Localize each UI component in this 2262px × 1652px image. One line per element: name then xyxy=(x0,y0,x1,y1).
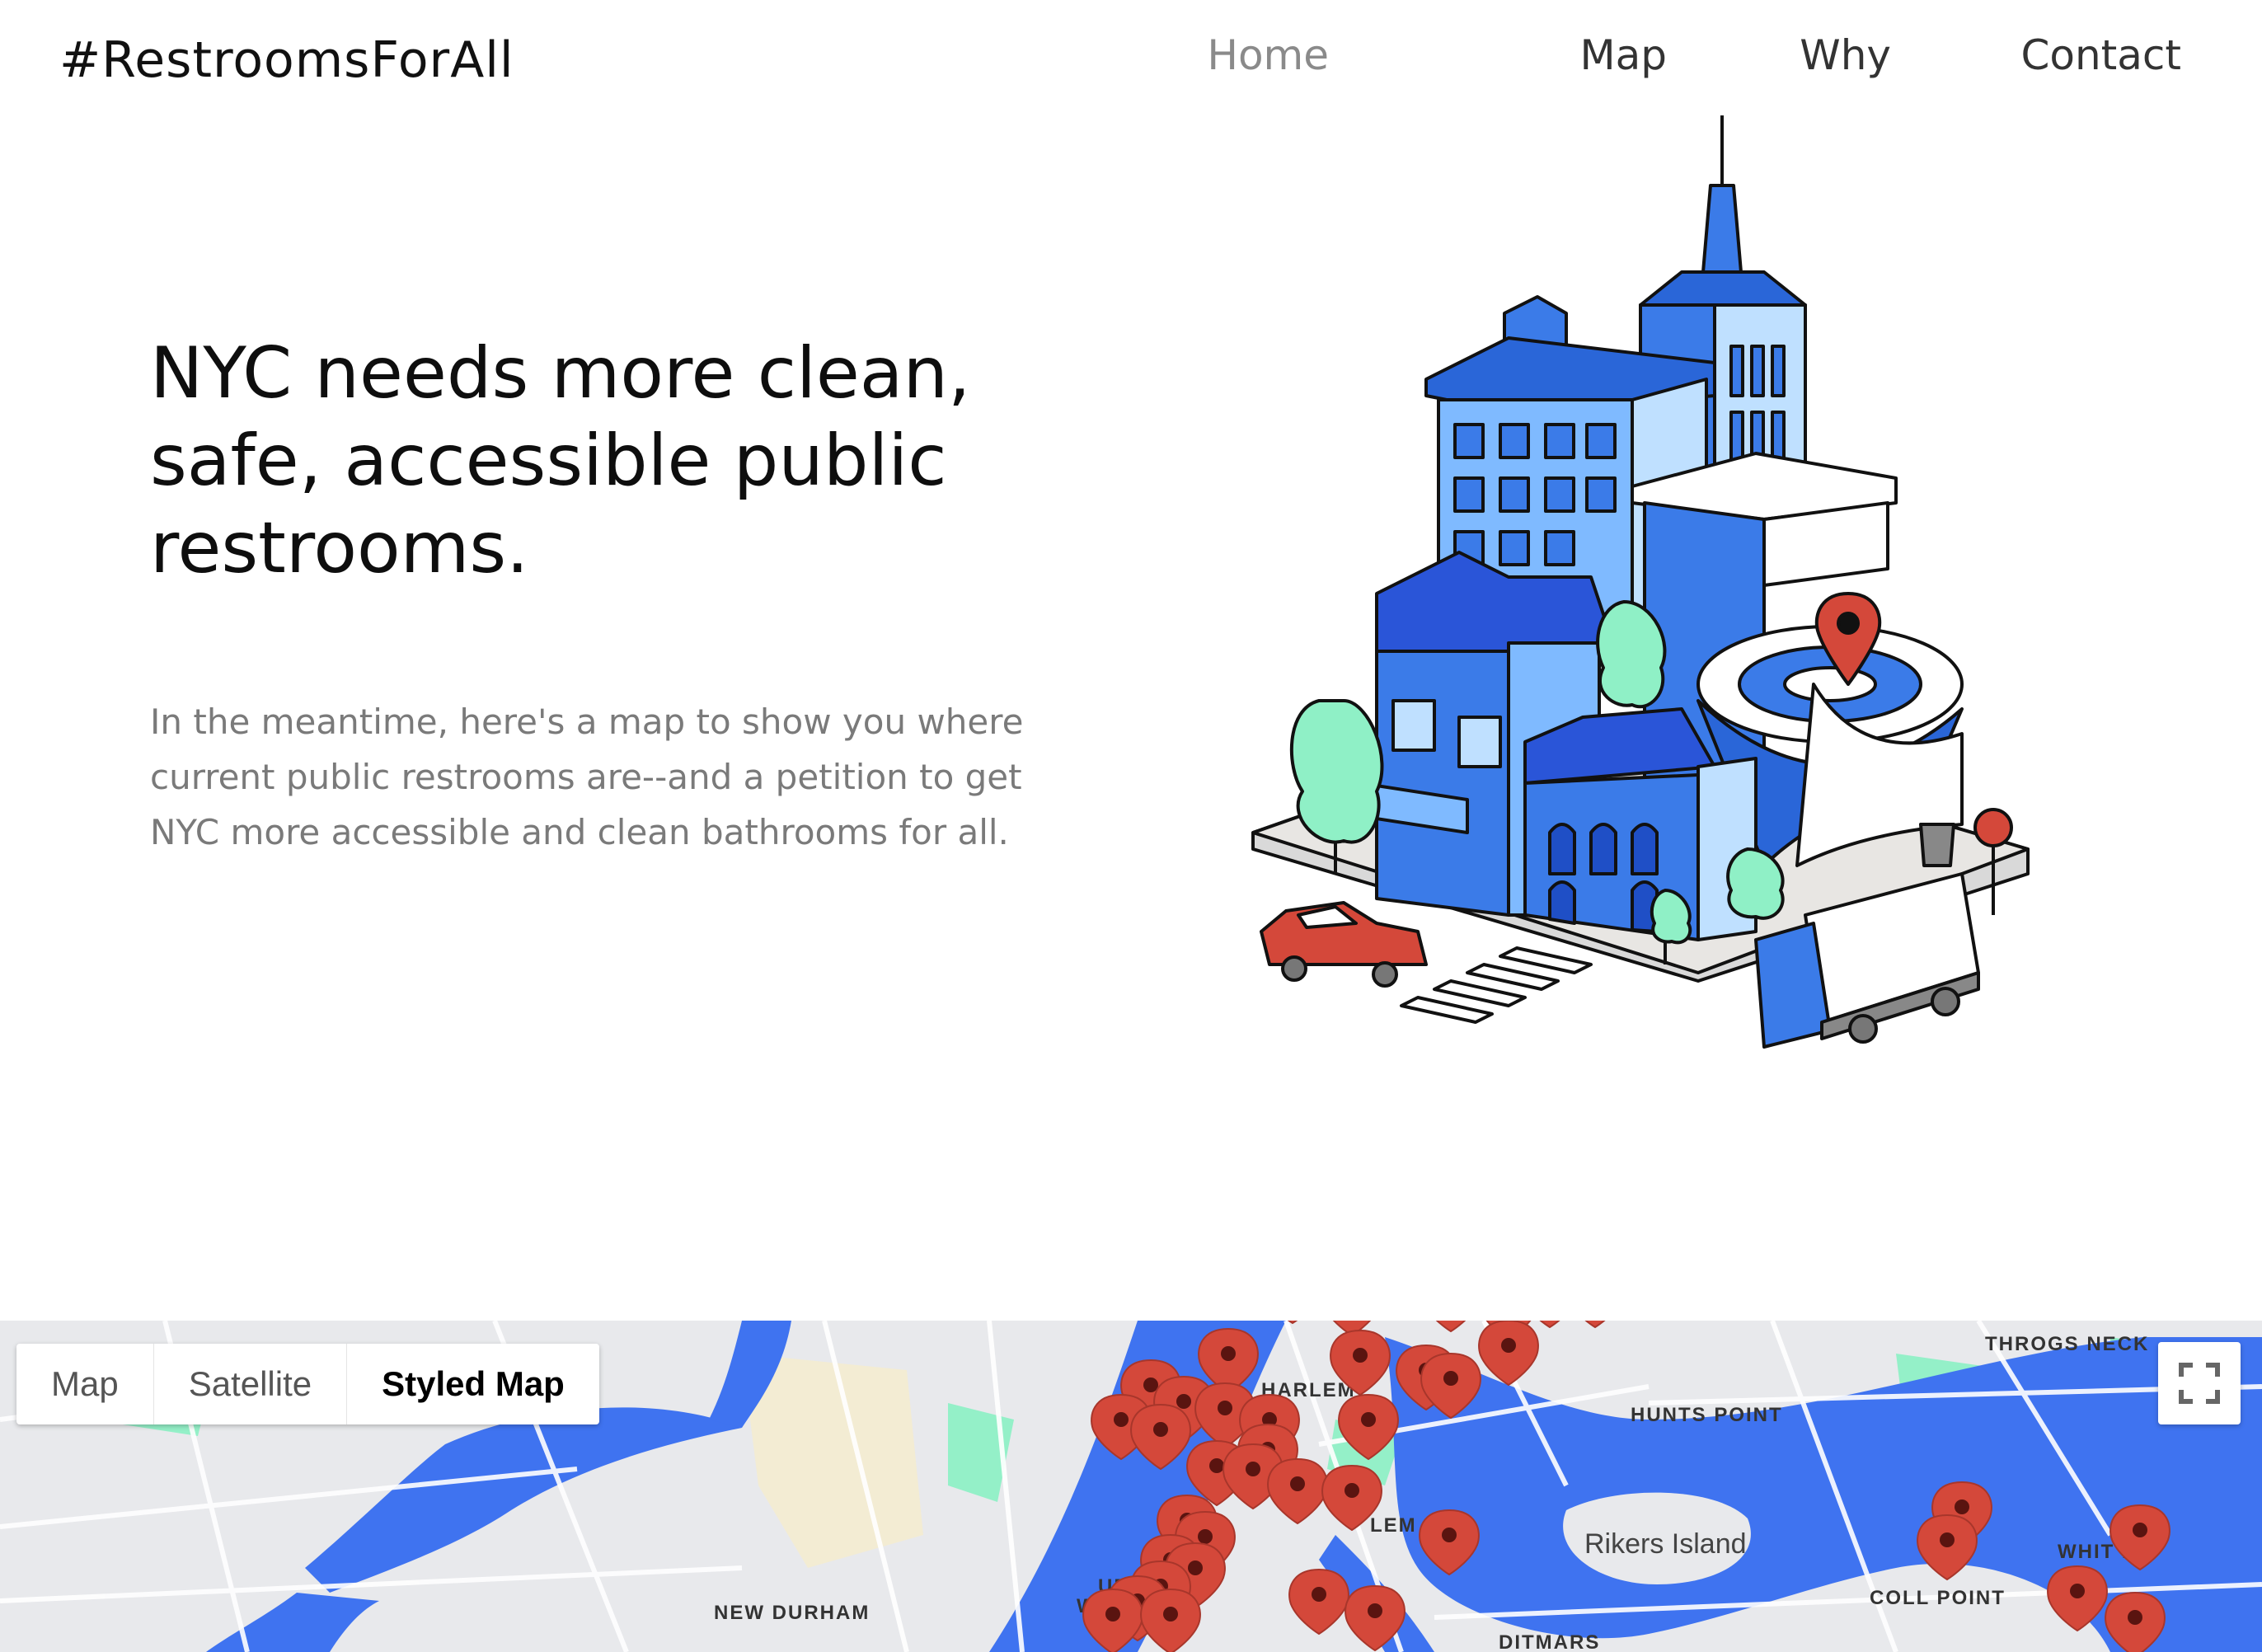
restroom-marker-dot xyxy=(1501,1338,1516,1353)
restroom-marker-dot xyxy=(1221,1346,1236,1361)
fullscreen-button[interactable] xyxy=(2158,1342,2241,1424)
restroom-marker-dot xyxy=(1290,1476,1305,1491)
restroom-marker-dot xyxy=(1153,1422,1168,1437)
restroom-marker-dot xyxy=(1353,1348,1368,1363)
restroom-marker-dot xyxy=(1368,1603,1382,1618)
nav-contact[interactable]: Contact xyxy=(2020,31,2181,79)
restroom-marker-dot xyxy=(2070,1584,2085,1598)
restroom-marker-dot xyxy=(1114,1412,1129,1427)
nav-why[interactable]: Why xyxy=(1800,31,1891,79)
site-brand[interactable]: #RestroomsForAll xyxy=(59,31,514,89)
restroom-marker-dot xyxy=(1955,1499,1969,1514)
restroom-marker-dot xyxy=(1940,1532,1955,1547)
map-type-satellite-button[interactable]: Satellite xyxy=(154,1344,348,1424)
nav-home[interactable]: Home xyxy=(1207,31,1329,79)
restroom-marker-dot xyxy=(1209,1458,1224,1473)
restroom-marker-dot xyxy=(1312,1587,1326,1602)
restroom-marker-dot xyxy=(1345,1483,1359,1498)
label-rikers-island: Rikers Island xyxy=(1584,1528,1747,1560)
label-ditmars: DITMARS xyxy=(1499,1631,1600,1652)
hero-title: NYC needs more clean, safe, accessible p… xyxy=(150,332,971,589)
restroom-marker-dot xyxy=(1188,1560,1203,1575)
restroom-marker-dot xyxy=(1176,1394,1191,1409)
restroom-marker-dot xyxy=(2128,1610,2142,1625)
label-new-durham: NEW DURHAM xyxy=(714,1602,870,1624)
restroom-marker-dot xyxy=(1198,1529,1213,1544)
restroom-marker-dot xyxy=(1443,1371,1458,1386)
hero-description: In the meantime, here's a map to show yo… xyxy=(150,702,1024,852)
map-type-control: Map Satellite Styled Map xyxy=(16,1344,599,1424)
restroom-marker-dot xyxy=(1361,1412,1376,1427)
restroom-marker-dot xyxy=(1105,1607,1120,1621)
nav-map[interactable]: Map xyxy=(1579,31,1667,79)
label-throgs-neck: THROGS NECK xyxy=(1985,1333,2149,1355)
restroom-map[interactable]: THROGS NECK HARLEM HUNTS POINT Rikers Is… xyxy=(0,1321,2262,1652)
label-lem: LEM xyxy=(1370,1514,1417,1537)
restroom-marker-dot xyxy=(1246,1462,1260,1476)
restroom-marker-dot xyxy=(1163,1607,1178,1621)
restroom-marker-dot xyxy=(1442,1528,1457,1542)
label-college-point: COLL POINT xyxy=(1870,1587,2006,1609)
city-restroom-illustration xyxy=(1251,115,2030,1049)
map-type-styled-map-button[interactable]: Styled Map xyxy=(347,1344,599,1424)
restroom-marker-dot xyxy=(1218,1401,1232,1415)
label-hunts-point: HUNTS POINT xyxy=(1631,1404,1783,1426)
restroom-marker-dot xyxy=(2133,1523,2147,1537)
fullscreen-icon xyxy=(2179,1363,2220,1404)
map-type-map-button[interactable]: Map xyxy=(16,1344,154,1424)
